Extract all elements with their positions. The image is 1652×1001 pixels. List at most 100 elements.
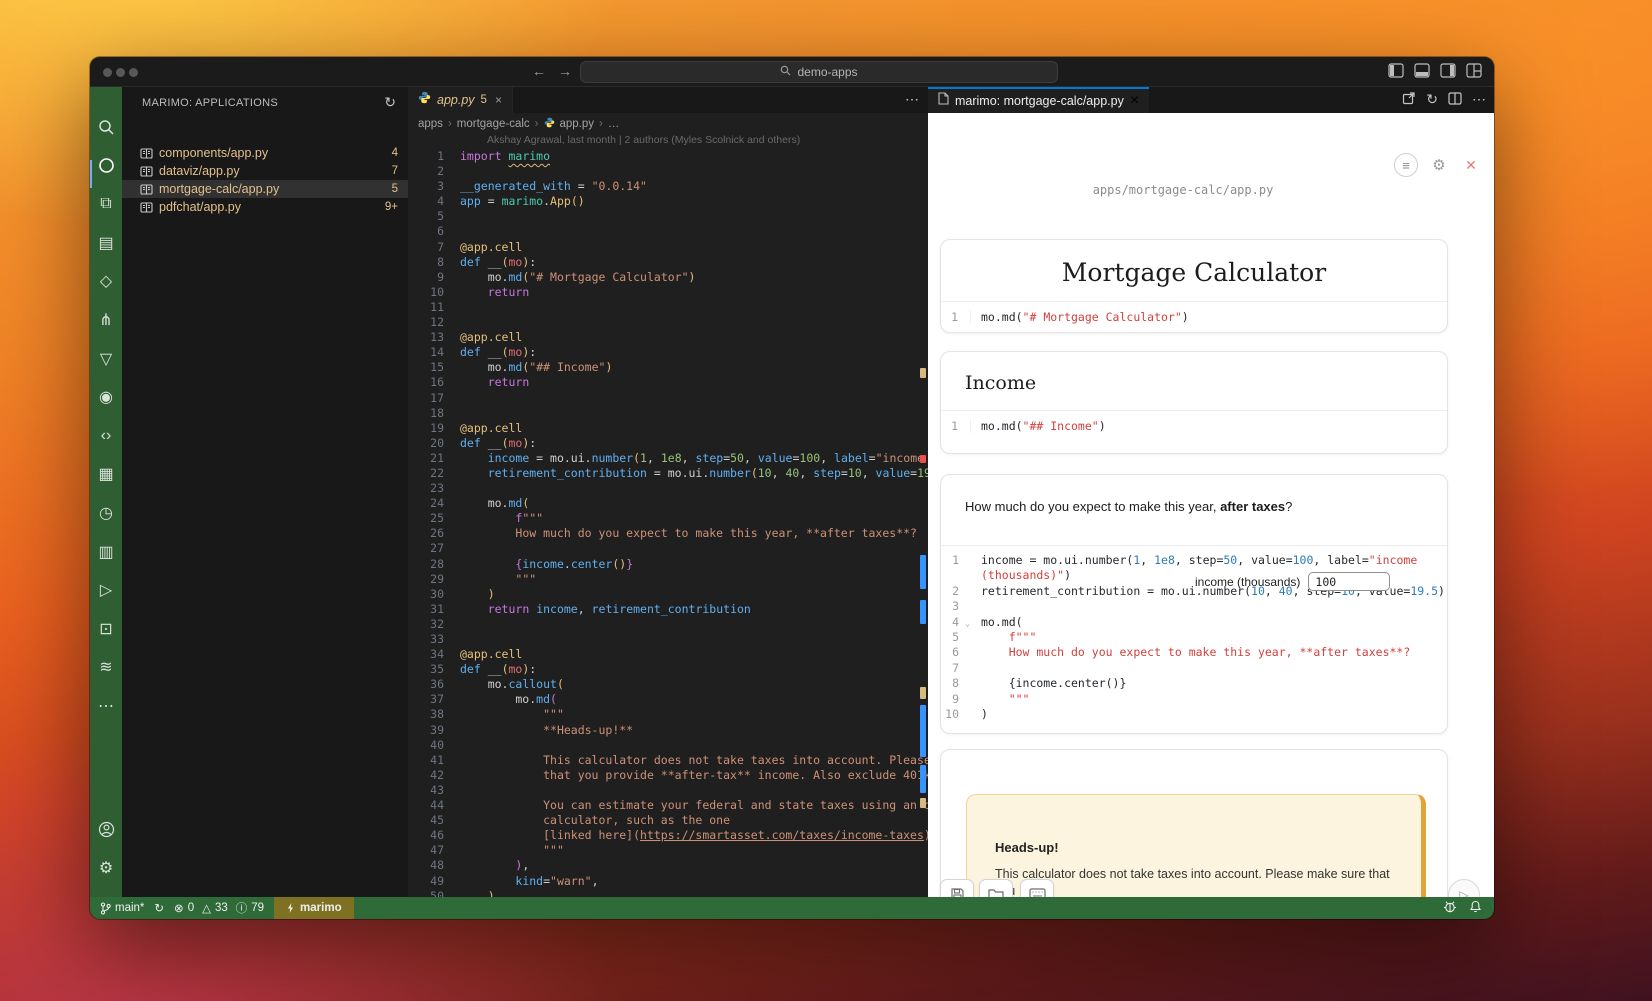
- cell-card-title[interactable]: Mortgage Calculator 1 mo.md("# Mortgage …: [940, 239, 1448, 333]
- tab-label: marimo: mortgage-calc/app.py: [955, 94, 1124, 108]
- more-icon[interactable]: ⋯: [90, 689, 122, 723]
- cell-card-callout[interactable]: Heads-up! This calculator does not take …: [940, 749, 1448, 897]
- debug-console-icon[interactable]: [1443, 900, 1457, 916]
- cell-card-interactive[interactable]: How much do you expect to make this year…: [940, 474, 1448, 734]
- nav-back-icon[interactable]: ←: [530, 63, 548, 79]
- file-name: pdfchat/app.py: [159, 200, 241, 214]
- code-editor[interactable]: 1import marimo23__generated_with = "0.0.…: [408, 149, 928, 897]
- code-line: 8 {income.center()}: [941, 676, 1447, 691]
- errors-icon: ⊗: [174, 901, 184, 915]
- notifications-bell-icon[interactable]: [1469, 900, 1482, 916]
- refresh-icon[interactable]: ↻: [1426, 91, 1438, 108]
- ruler-mark: [920, 368, 926, 378]
- problem-badge: 7: [392, 165, 398, 177]
- app-file-path: apps/mortgage-calc/app.py: [928, 183, 1438, 197]
- ruler-mark: [920, 555, 926, 589]
- activity-bar: ⧉ ▤ ◇ ⋔ ▽ ◉ ‹› ▦ ◷ ▥ ▷ ⊡ ≋ ⋯ ⚙: [90, 87, 122, 897]
- beaker-icon[interactable]: ▽: [90, 342, 122, 376]
- code-line: 23: [408, 481, 928, 496]
- tab-app-py[interactable]: app.py 5 ×: [408, 87, 513, 113]
- code-line: 42 that you provide **after-tax** income…: [408, 768, 928, 783]
- breadcrumb-item[interactable]: app.py: [560, 118, 595, 130]
- notebook-icon[interactable]: ▥: [90, 535, 122, 569]
- more-actions-icon[interactable]: ⋯: [1472, 91, 1486, 108]
- code-line: 6 How much do you expect to make this ye…: [941, 645, 1447, 660]
- income-number-input[interactable]: [1308, 572, 1390, 591]
- pages-icon[interactable]: ⧉: [90, 187, 122, 221]
- marimo-icon[interactable]: [90, 149, 122, 183]
- toggle-panel-icon[interactable]: [1414, 63, 1430, 78]
- shapes-icon[interactable]: ◇: [90, 264, 122, 298]
- sidebar-item-pdfchat-app-py[interactable]: pdfchat/app.py9+: [122, 198, 408, 216]
- account-icon[interactable]: [90, 812, 122, 846]
- vscode-window: ← → demo-apps ⧉▤◇⋔▽◉‹›▦◷▥▷⊡≋⋯ ⚙ MARIMO: [90, 57, 1494, 919]
- nav-forward-icon[interactable]: →: [556, 63, 574, 79]
- git-branch-icon[interactable]: ⋔: [90, 303, 122, 337]
- code-line: 29 """: [408, 572, 928, 587]
- rename-file-button[interactable]: [979, 879, 1013, 897]
- customize-layout-icon[interactable]: [1466, 63, 1482, 78]
- tab-marimo-preview[interactable]: marimo: mortgage-calc/app.py ×: [928, 87, 1149, 113]
- refresh-icon[interactable]: ↻: [384, 94, 396, 111]
- sidebar-item-components-app-py[interactable]: components/app.py4: [122, 144, 408, 162]
- code-line: 26 How much do you expect to make this y…: [408, 526, 928, 541]
- notebook-icon: [140, 202, 153, 213]
- income-input-label: income (thousands): [1195, 575, 1300, 589]
- code-line: 21 income = mo.ui.number(1, 1e8, step=50…: [408, 451, 928, 466]
- code-icon[interactable]: ‹›: [90, 419, 122, 453]
- breadcrumb[interactable]: apps›mortgage-calc›app.py›…: [418, 115, 619, 133]
- traffic-light-minimize[interactable]: [116, 68, 125, 77]
- marimo-status-chip[interactable]: marimo: [274, 897, 354, 919]
- command-center-search[interactable]: demo-apps: [580, 61, 1058, 83]
- error-count: 0: [188, 902, 194, 914]
- app-settings-gear-icon[interactable]: ⚙: [1428, 153, 1450, 177]
- tab-close-icon[interactable]: ×: [495, 93, 502, 107]
- open-in-browser-icon[interactable]: [1402, 91, 1416, 108]
- overview-ruler[interactable]: [918, 87, 928, 897]
- sync-changes-icon[interactable]: ↻: [154, 901, 164, 915]
- code-line: 5 f""": [941, 630, 1447, 645]
- code-line: 20def __(mo):: [408, 436, 928, 451]
- code-line: 27: [408, 541, 928, 556]
- editor-group[interactable]: app.py 5 × ⋯ apps›mortgage-calc›app.py›……: [408, 87, 928, 897]
- cell-card-income[interactable]: Income 1 mo.md("## Income"): [940, 351, 1448, 454]
- toggle-primary-sidebar-icon[interactable]: [1388, 63, 1404, 78]
- branch-name: main*: [115, 902, 144, 914]
- toggle-secondary-sidebar-icon[interactable]: [1440, 63, 1456, 78]
- file-search-icon[interactable]: ▤: [90, 226, 122, 260]
- settings-gear-icon[interactable]: ⚙: [90, 851, 122, 885]
- code-line: 15 mo.md("## Income"): [408, 360, 928, 375]
- notebook-icon: [140, 166, 153, 177]
- run-icon[interactable]: ▷: [90, 573, 122, 607]
- code-line: 2: [408, 164, 928, 179]
- code-line: 37 mo.md(: [408, 692, 928, 707]
- code-line: 45 calculator, such as the one: [408, 813, 928, 828]
- sidebar-title: MARIMO: APPLICATIONS: [142, 97, 278, 109]
- save-button[interactable]: [940, 879, 974, 897]
- code-line: 4app = marimo.App(): [408, 194, 928, 209]
- docker-icon[interactable]: ≋: [90, 650, 122, 684]
- traffic-light-zoom[interactable]: [129, 68, 138, 77]
- split-editor-icon[interactable]: [1448, 92, 1462, 108]
- github-icon[interactable]: ◉: [90, 380, 122, 414]
- keyboard-shortcuts-button[interactable]: [1020, 879, 1054, 897]
- file-name: dataviz/app.py: [159, 164, 240, 178]
- tab-label: app.py: [437, 93, 475, 107]
- git-branch-indicator[interactable]: main*: [100, 902, 144, 915]
- app-shutdown-icon[interactable]: ✕: [1460, 153, 1482, 177]
- breadcrumb-item[interactable]: …: [608, 118, 620, 130]
- traffic-light-close[interactable]: [103, 68, 112, 77]
- sidebar-item-dataviz-app-py[interactable]: dataviz/app.py 7: [122, 162, 408, 180]
- search-icon[interactable]: [90, 110, 122, 144]
- breadcrumb-item[interactable]: apps: [418, 118, 443, 130]
- app-menu-icon[interactable]: ≡: [1394, 153, 1418, 177]
- tab-close-icon[interactable]: ×: [1130, 92, 1139, 110]
- run-all-play-button[interactable]: ▷: [1448, 879, 1480, 897]
- history-icon[interactable]: ◷: [90, 496, 122, 530]
- devices-icon[interactable]: ⊡: [90, 612, 122, 646]
- problems-indicator[interactable]: ⊗0 △33 ⓘ79: [174, 900, 264, 916]
- status-bar: main* ↻ ⊗0 △33 ⓘ79 marimo: [90, 897, 1494, 919]
- layout-icon[interactable]: ▦: [90, 457, 122, 491]
- breadcrumb-item[interactable]: mortgage-calc: [457, 118, 530, 130]
- sidebar-item-mortgage-calc-app-py[interactable]: mortgage-calc/app.py5: [122, 180, 408, 198]
